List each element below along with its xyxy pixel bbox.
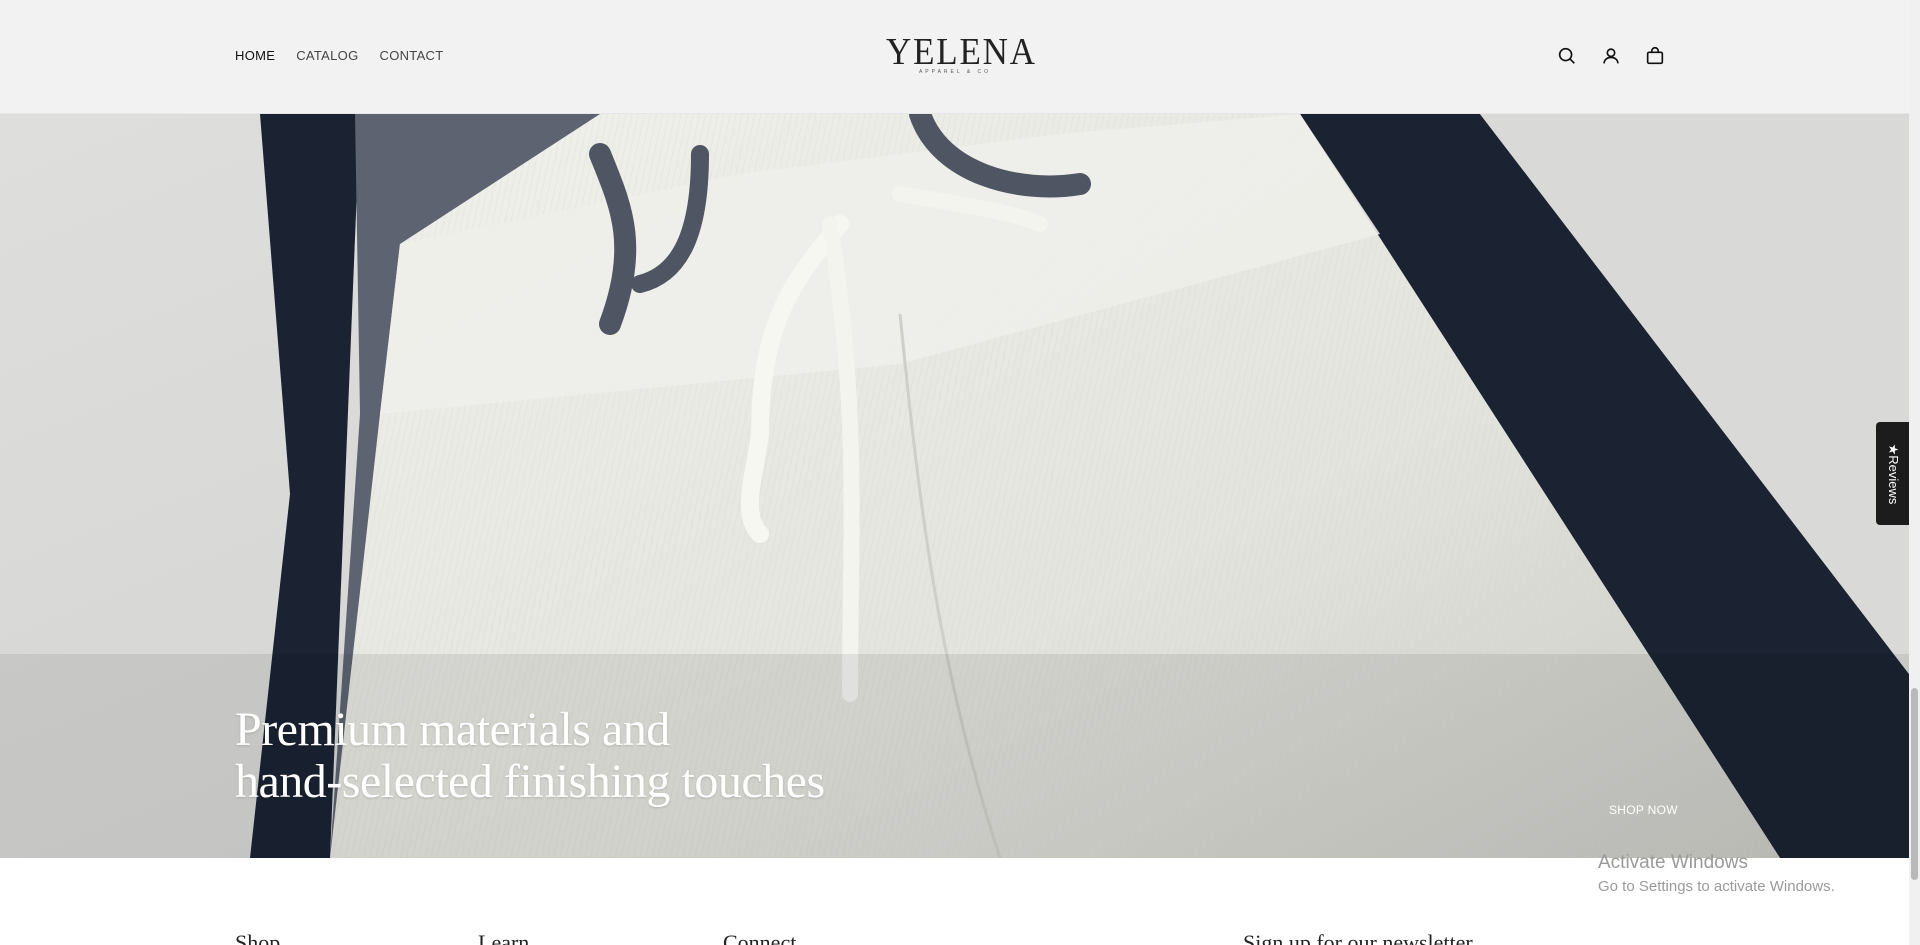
hero-heading-line1: Premium materials and	[235, 703, 670, 756]
site-header: HOME CATALOG CONTACT YELENA APPAREL & CO	[0, 0, 1909, 114]
header-actions	[1556, 45, 1666, 67]
main-nav: HOME CATALOG CONTACT	[235, 48, 443, 63]
nav-catalog[interactable]: CATALOG	[296, 48, 358, 63]
watermark-title: Activate Windows	[1598, 852, 1748, 873]
brand-logo[interactable]: YELENA APPAREL & CO	[880, 31, 1037, 75]
page-scrollbar[interactable]	[1909, 0, 1920, 945]
hero-banner: Premium materials and hand-selected fini…	[0, 114, 1909, 858]
cart-icon[interactable]	[1644, 45, 1666, 67]
footer-heading-learn: Learn	[478, 930, 530, 945]
footer-heading-newsletter: Sign up for our newsletter	[1243, 930, 1473, 945]
shop-now-link[interactable]: SHOP NOW	[1609, 803, 1678, 817]
nav-home[interactable]: HOME	[235, 48, 275, 63]
account-icon[interactable]	[1600, 45, 1622, 67]
activate-windows-watermark: Activate Windows Go to Settings to activ…	[1598, 852, 1835, 895]
hero-heading-line2: hand-selected finishing touches	[235, 755, 825, 808]
logo-wordmark: YELENA	[886, 31, 1037, 73]
footer-heading-connect: Connect	[723, 930, 797, 945]
nav-contact[interactable]: CONTACT	[380, 48, 444, 63]
reviews-tab[interactable]: ★Reviews	[1876, 422, 1909, 525]
search-icon[interactable]	[1556, 45, 1578, 67]
watermark-subtitle: Go to Settings to activate Windows.	[1598, 878, 1835, 895]
scrollbar-thumb[interactable]	[1911, 688, 1918, 880]
hero-heading: Premium materials and hand-selected fini…	[235, 704, 995, 808]
reviews-tab-label: ★Reviews	[1885, 443, 1901, 504]
footer-heading-shop: Shop	[235, 930, 281, 945]
